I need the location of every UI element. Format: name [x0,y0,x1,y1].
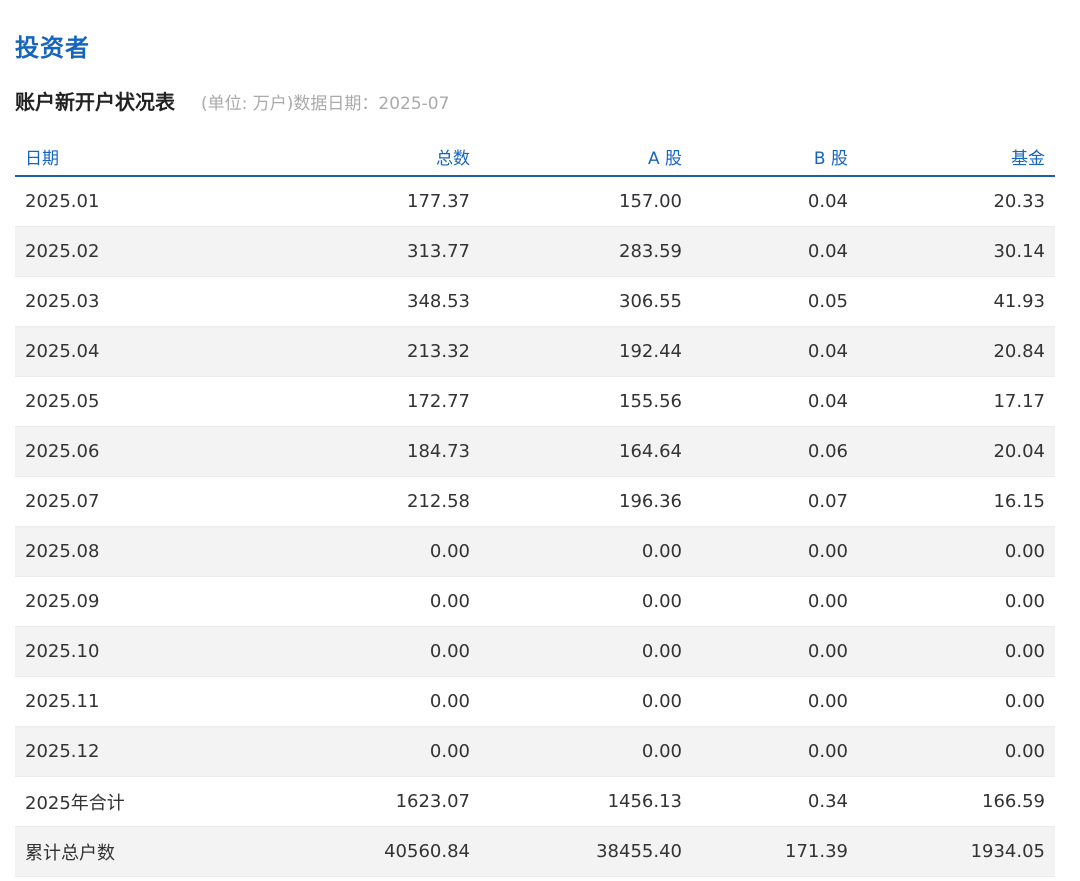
cell-a-share: 157.00 [480,176,692,227]
cell-b-share: 0.00 [692,676,858,727]
cell-total: 0.00 [190,726,480,777]
table-row: 2025.11 0.00 0.00 0.00 0.00 [15,676,1055,727]
cell-date: 2025.01 [15,176,190,227]
cell-total: 348.53 [190,276,480,327]
cell-fund: 30.14 [858,226,1055,277]
cell-a-share: 0.00 [480,526,692,577]
cell-fund: 20.84 [858,326,1055,377]
cell-b-share: 0.00 [692,526,858,577]
cell-total: 0.00 [190,626,480,677]
cell-date: 2025.10 [15,626,190,677]
cell-date: 2025年合计 [15,776,190,827]
cell-a-share: 306.55 [480,276,692,327]
cell-date: 2025.07 [15,476,190,527]
cell-total: 40560.84 [190,826,480,877]
cell-date: 2025.12 [15,726,190,777]
table-title: 账户新开户状况表 [15,90,175,114]
table-row: 累计总户数 40560.84 38455.40 171.39 1934.05 [15,826,1055,877]
cell-a-share: 0.00 [480,676,692,727]
cell-a-share: 192.44 [480,326,692,377]
cell-fund: 0.00 [858,526,1055,577]
cell-date: 2025.06 [15,426,190,477]
table-row: 2025.02 313.77 283.59 0.04 30.14 [15,226,1055,277]
cell-a-share: 155.56 [480,376,692,427]
cell-fund: 0.00 [858,576,1055,627]
new-accounts-table: 日期 总数 A 股 B 股 基金 2025.01 177.37 157.00 0.04… [15,137,1055,877]
cell-total: 212.58 [190,476,480,527]
cell-total: 0.00 [190,576,480,627]
cell-a-share: 0.00 [480,726,692,777]
cell-total: 177.37 [190,176,480,227]
cell-date: 2025.04 [15,326,190,377]
cell-b-share: 0.04 [692,376,858,427]
table-row: 2025年合计 1623.07 1456.13 0.34 166.59 [15,776,1055,827]
cell-fund: 0.00 [858,726,1055,777]
cell-fund: 20.33 [858,176,1055,227]
section-title: 投资者 [15,34,90,62]
cell-a-share: 283.59 [480,226,692,277]
cell-date: 累计总户数 [15,826,190,877]
table-row: 2025.04 213.32 192.44 0.04 20.84 [15,326,1055,377]
cell-fund: 0.00 [858,626,1055,677]
cell-total: 172.77 [190,376,480,427]
table-header-row: 日期 总数 A 股 B 股 基金 [15,137,1055,177]
cell-total: 1623.07 [190,776,480,827]
cell-a-share: 1456.13 [480,776,692,827]
cell-b-share: 0.05 [692,276,858,327]
table-row: 2025.06 184.73 164.64 0.06 20.04 [15,426,1055,477]
cell-b-share: 0.00 [692,576,858,627]
cell-date: 2025.08 [15,526,190,577]
cell-date: 2025.02 [15,226,190,277]
cell-b-share: 0.00 [692,726,858,777]
cell-fund: 20.04 [858,426,1055,477]
table-row: 2025.12 0.00 0.00 0.00 0.00 [15,726,1055,777]
column-header-date: 日期 [15,137,190,177]
table-unit-date: (单位: 万户)数据日期：2025-07 [201,94,450,114]
column-header-total: 总数 [190,137,480,177]
column-header-a-share: A 股 [480,137,692,177]
cell-b-share: 0.00 [692,626,858,677]
cell-date: 2025.11 [15,676,190,727]
cell-fund: 0.00 [858,676,1055,727]
cell-fund: 17.17 [858,376,1055,427]
cell-fund: 16.15 [858,476,1055,527]
cell-b-share: 171.39 [692,826,858,877]
cell-date: 2025.03 [15,276,190,327]
cell-fund: 41.93 [858,276,1055,327]
cell-total: 313.77 [190,226,480,277]
cell-b-share: 0.06 [692,426,858,477]
table-body: 2025.01 177.37 157.00 0.04 20.33 2025.02 313.7… [15,176,1055,877]
table-row: 2025.09 0.00 0.00 0.00 0.00 [15,576,1055,627]
cell-a-share: 38455.40 [480,826,692,877]
table-row: 2025.07 212.58 196.36 0.07 16.15 [15,476,1055,527]
cell-fund: 166.59 [858,776,1055,827]
table-row: 2025.03 348.53 306.55 0.05 41.93 [15,276,1055,327]
table-row: 2025.08 0.00 0.00 0.00 0.00 [15,526,1055,577]
cell-a-share: 164.64 [480,426,692,477]
cell-b-share: 0.04 [692,176,858,227]
column-header-b-share: B 股 [692,137,858,177]
table-row: 2025.01 177.37 157.00 0.04 20.33 [15,176,1055,227]
cell-a-share: 0.00 [480,626,692,677]
cell-total: 213.32 [190,326,480,377]
cell-total: 0.00 [190,526,480,577]
cell-a-share: 0.00 [480,576,692,627]
cell-date: 2025.09 [15,576,190,627]
cell-b-share: 0.04 [692,226,858,277]
cell-a-share: 196.36 [480,476,692,527]
cell-fund: 1934.05 [858,826,1055,877]
column-header-fund: 基金 [858,137,1055,177]
cell-date: 2025.05 [15,376,190,427]
cell-total: 0.00 [190,676,480,727]
cell-b-share: 0.07 [692,476,858,527]
cell-b-share: 0.04 [692,326,858,377]
cell-b-share: 0.34 [692,776,858,827]
table-row: 2025.05 172.77 155.56 0.04 17.17 [15,376,1055,427]
cell-total: 184.73 [190,426,480,477]
table-row: 2025.10 0.00 0.00 0.00 0.00 [15,626,1055,677]
table-header-info: 账户新开户状况表 (单位: 万户)数据日期：2025-07 [15,86,449,115]
